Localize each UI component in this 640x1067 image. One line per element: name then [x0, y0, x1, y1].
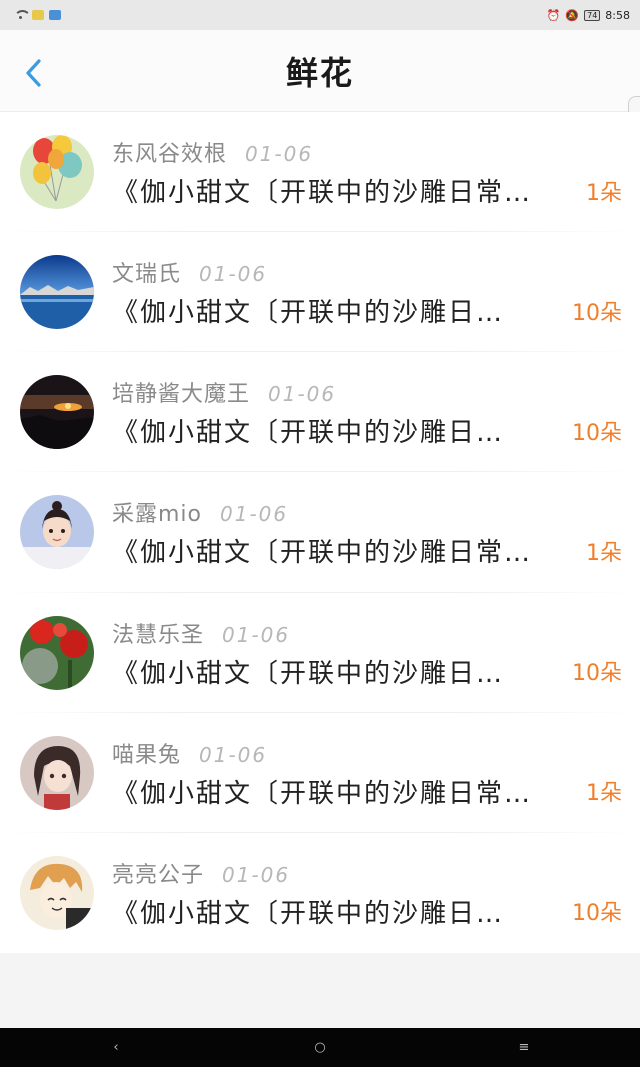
content-row: 《伽小甜文〔开联中的沙雕日常… 1朵 [112, 172, 622, 209]
avatar[interactable] [20, 375, 94, 450]
avatar[interactable] [20, 495, 94, 570]
username[interactable]: 喵果兔 [112, 737, 181, 769]
item-text: 《伽小甜文〔开联中的沙雕日… [112, 418, 505, 449]
list-item[interactable]: 培静酱大魔王 01-06 《伽小甜文〔开联中的沙雕日… 10朵 [0, 352, 640, 473]
item-text: 《伽小甜文〔开联中的沙雕日… [112, 298, 505, 329]
list-item[interactable]: 喵果兔 01-06 《伽小甜文〔开联中的沙雕日常… 1朵 [0, 713, 640, 833]
content-row: 《伽小甜文〔开联中的沙雕日… 10朵 [112, 653, 622, 690]
username[interactable]: 东风谷效根 [112, 136, 227, 168]
avatar[interactable] [20, 255, 94, 330]
app-notification-icon [49, 10, 61, 20]
flower-count: 10朵 [572, 420, 622, 446]
status-left [14, 10, 61, 20]
date: 01-06 [245, 142, 314, 166]
flower-count: 10朵 [572, 661, 622, 686]
flower-count: 1朵 [586, 781, 622, 807]
clock: 8:58 [605, 8, 630, 22]
date: 01-06 [199, 262, 268, 287]
battery-icon: 74 [584, 9, 601, 21]
item-meta: 文瑞氏 01-06 [112, 256, 267, 288]
item-meta: 法慧乐圣 01-06 [112, 617, 290, 649]
wifi-icon [14, 10, 31, 20]
list-item[interactable]: 采露mio 01-06 《伽小甜文〔开联中的沙雕日常… 1朵 [0, 472, 640, 593]
item-text: 《伽小甜文〔开联中的沙雕日常… [112, 538, 533, 569]
back-button[interactable] [22, 58, 46, 88]
date: 01-06 [222, 862, 291, 887]
alarm-icon: ⏰ [546, 8, 561, 22]
item-meta: 东风谷效根 01-06 [112, 136, 313, 168]
item-meta: 培静酱大魔王 01-06 [112, 376, 336, 408]
app-notification-icon [32, 10, 44, 20]
content-row: 《伽小甜文〔开联中的沙雕日… 10朵 [112, 412, 622, 449]
item-meta: 亮亮公子 01-06 [112, 857, 290, 889]
content-row: 《伽小甜文〔开联中的沙雕日… 10朵 [112, 893, 622, 930]
username[interactable]: 文瑞氏 [112, 256, 181, 288]
status-bar: ⏰ 🔕 74 8:58 [0, 0, 640, 30]
list-item[interactable]: 法慧乐圣 01-06 《伽小甜文〔开联中的沙雕日… 10朵 [0, 593, 640, 713]
item-text: 《伽小甜文〔开联中的沙雕日常… [112, 178, 533, 208]
page-title: 鲜花 [285, 53, 354, 92]
content-row: 《伽小甜文〔开联中的沙雕日常… 1朵 [112, 773, 622, 810]
username[interactable]: 培静酱大魔王 [112, 376, 250, 408]
date: 01-06 [199, 742, 268, 767]
avatar[interactable] [20, 735, 94, 810]
item-meta: 喵果兔 01-06 [112, 737, 267, 769]
nav-home-button[interactable]: ○ [218, 1040, 422, 1055]
header: 鲜花 [0, 30, 640, 112]
item-text: 《伽小甜文〔开联中的沙雕日… [112, 898, 505, 929]
empty-area [0, 953, 640, 1028]
date: 01-06 [222, 622, 291, 647]
nav-menu-button[interactable]: ≡ [422, 1040, 626, 1055]
item-meta: 采露mio 01-06 [112, 496, 288, 528]
username[interactable]: 采露mio [112, 496, 202, 528]
flower-count: 1朵 [586, 540, 622, 566]
flower-count: 10朵 [572, 901, 622, 927]
nav-back-button[interactable]: ‹ [14, 1040, 218, 1055]
flower-count: 10朵 [572, 300, 622, 326]
avatar[interactable] [20, 855, 94, 930]
list-item[interactable]: 东风谷效根 01-06 《伽小甜文〔开联中的沙雕日常… 1朵 [0, 112, 640, 233]
content-row: 《伽小甜文〔开联中的沙雕日… 10朵 [112, 292, 622, 329]
list-item[interactable]: 亮亮公子 01-06 《伽小甜文〔开联中的沙雕日… 10朵 [0, 833, 640, 953]
list-item[interactable]: 文瑞氏 01-06 《伽小甜文〔开联中的沙雕日… 10朵 [0, 232, 640, 353]
username[interactable]: 亮亮公子 [112, 857, 204, 889]
avatar[interactable] [20, 135, 94, 209]
item-text: 《伽小甜文〔开联中的沙雕日常… [112, 778, 533, 809]
system-nav-bar: ‹ ○ ≡ [0, 1028, 640, 1067]
chevron-left-icon [26, 59, 41, 87]
avatar[interactable] [20, 615, 94, 690]
date: 01-06 [268, 382, 337, 407]
flower-count: 1朵 [586, 180, 622, 206]
status-right: ⏰ 🔕 74 8:58 [547, 9, 630, 22]
item-text: 《伽小甜文〔开联中的沙雕日… [112, 658, 505, 689]
content-row: 《伽小甜文〔开联中的沙雕日常… 1朵 [112, 532, 622, 569]
date: 01-06 [220, 502, 289, 527]
username[interactable]: 法慧乐圣 [112, 617, 204, 649]
mute-icon: 🔕 [565, 8, 580, 22]
flower-list: 东风谷效根 01-06 《伽小甜文〔开联中的沙雕日常… 1朵 文瑞氏 01-06… [0, 112, 640, 953]
